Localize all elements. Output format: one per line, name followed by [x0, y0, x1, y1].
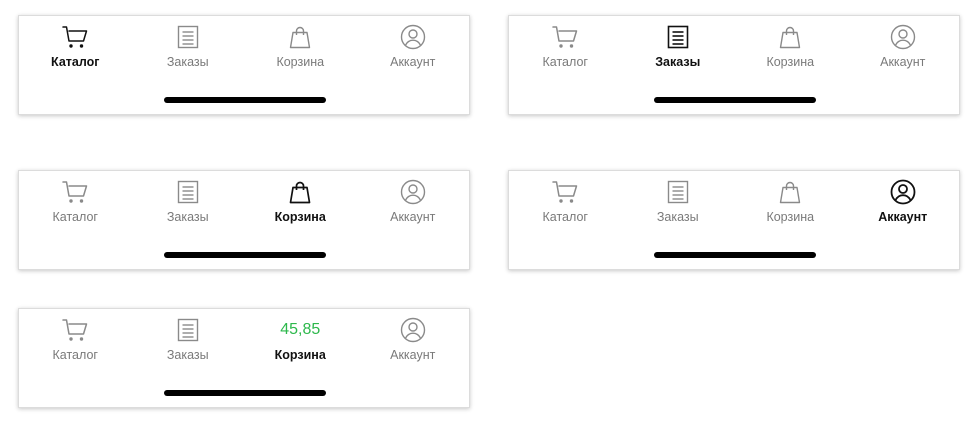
tab-label: Корзина [766, 55, 815, 69]
tab-label: Каталог [51, 55, 100, 69]
user-icon [399, 23, 427, 51]
tab-cart[interactable]: Корзина [244, 16, 357, 86]
user-icon [399, 178, 427, 206]
tab-bar-catalog-active: Каталог Заказы Корзина Аккаунт [18, 15, 470, 115]
tab-cart[interactable]: Корзина [734, 171, 847, 241]
user-icon [889, 23, 917, 51]
tab-label: Аккаунт [878, 210, 928, 224]
tab-cart[interactable]: Корзина [244, 171, 357, 241]
tab-label: Корзина [766, 210, 815, 224]
cart-icon [551, 178, 579, 206]
tab-catalog[interactable]: Каталог [509, 16, 622, 86]
tab-label: Каталог [52, 210, 98, 224]
tab-cart[interactable]: 45,85 Корзина [244, 309, 357, 379]
tab-catalog[interactable]: Каталог [509, 171, 622, 241]
tab-list: Каталог Заказы Корзина Аккаунт [19, 171, 469, 241]
tab-label: Заказы [656, 210, 699, 224]
home-indicator [164, 97, 326, 103]
tab-bar-cart-active: Каталог Заказы Корзина Аккаунт [18, 170, 470, 270]
tab-catalog[interactable]: Каталог [19, 171, 132, 241]
user-icon [889, 178, 917, 206]
home-indicator [164, 390, 326, 396]
shopping-bag-icon [286, 178, 314, 206]
tab-list: Каталог Заказы Корзина Аккаунт [509, 171, 959, 241]
document-icon [174, 316, 202, 344]
home-indicator [164, 252, 326, 258]
tab-label: Корзина [274, 348, 326, 362]
tab-label: Корзина [274, 210, 326, 224]
tab-bar-account-active: Каталог Заказы Корзина Аккаунт [508, 170, 960, 270]
tab-label: Каталог [542, 210, 588, 224]
tab-bar-orders-active: Каталог Заказы Корзина Аккаунт [508, 15, 960, 115]
cart-icon [551, 23, 579, 51]
cart-total-price: 45,85 [280, 321, 321, 338]
tab-account[interactable]: Аккаунт [847, 16, 960, 86]
shopping-bag-icon [776, 178, 804, 206]
cart-icon [61, 178, 89, 206]
document-icon [664, 23, 692, 51]
shopping-bag-icon [776, 23, 804, 51]
tab-label: Заказы [655, 55, 701, 69]
tab-orders[interactable]: Заказы [622, 171, 735, 241]
tab-list: Каталог Заказы Корзина Аккаунт [19, 16, 469, 86]
tab-account[interactable]: Аккаунт [357, 171, 470, 241]
document-icon [664, 178, 692, 206]
tab-orders[interactable]: Заказы [622, 16, 735, 86]
cart-icon [61, 316, 89, 344]
tab-label: Аккаунт [390, 55, 436, 69]
tab-list: Каталог Заказы Корзина Аккаунт [509, 16, 959, 86]
tab-account[interactable]: Аккаунт [847, 171, 960, 241]
tab-label: Заказы [166, 210, 209, 224]
tab-account[interactable]: Аккаунт [357, 309, 470, 379]
shopping-bag-icon [286, 23, 314, 51]
document-icon [174, 23, 202, 51]
tab-label: Каталог [542, 55, 588, 69]
home-indicator [654, 97, 816, 103]
tab-catalog[interactable]: Каталог [19, 16, 132, 86]
tab-label: Аккаунт [880, 55, 926, 69]
tab-catalog[interactable]: Каталог [19, 309, 132, 379]
tab-orders[interactable]: Заказы [132, 16, 245, 86]
tab-orders[interactable]: Заказы [132, 309, 245, 379]
tab-list: Каталог Заказы 45,85 Корзина Аккаунт [19, 309, 469, 379]
tab-cart[interactable]: Корзина [734, 16, 847, 86]
home-indicator [654, 252, 816, 258]
tab-bar-cart-total: Каталог Заказы 45,85 Корзина Аккаунт [18, 308, 470, 408]
user-icon [399, 316, 427, 344]
tab-label: Заказы [166, 348, 209, 362]
tab-orders[interactable]: Заказы [132, 171, 245, 241]
tab-label: Каталог [52, 348, 98, 362]
tab-label: Аккаунт [390, 348, 436, 362]
cart-icon [61, 23, 89, 51]
tab-label: Заказы [166, 55, 209, 69]
tab-label: Аккаунт [390, 210, 436, 224]
tab-account[interactable]: Аккаунт [357, 16, 470, 86]
document-icon [174, 178, 202, 206]
tab-label: Корзина [276, 55, 325, 69]
